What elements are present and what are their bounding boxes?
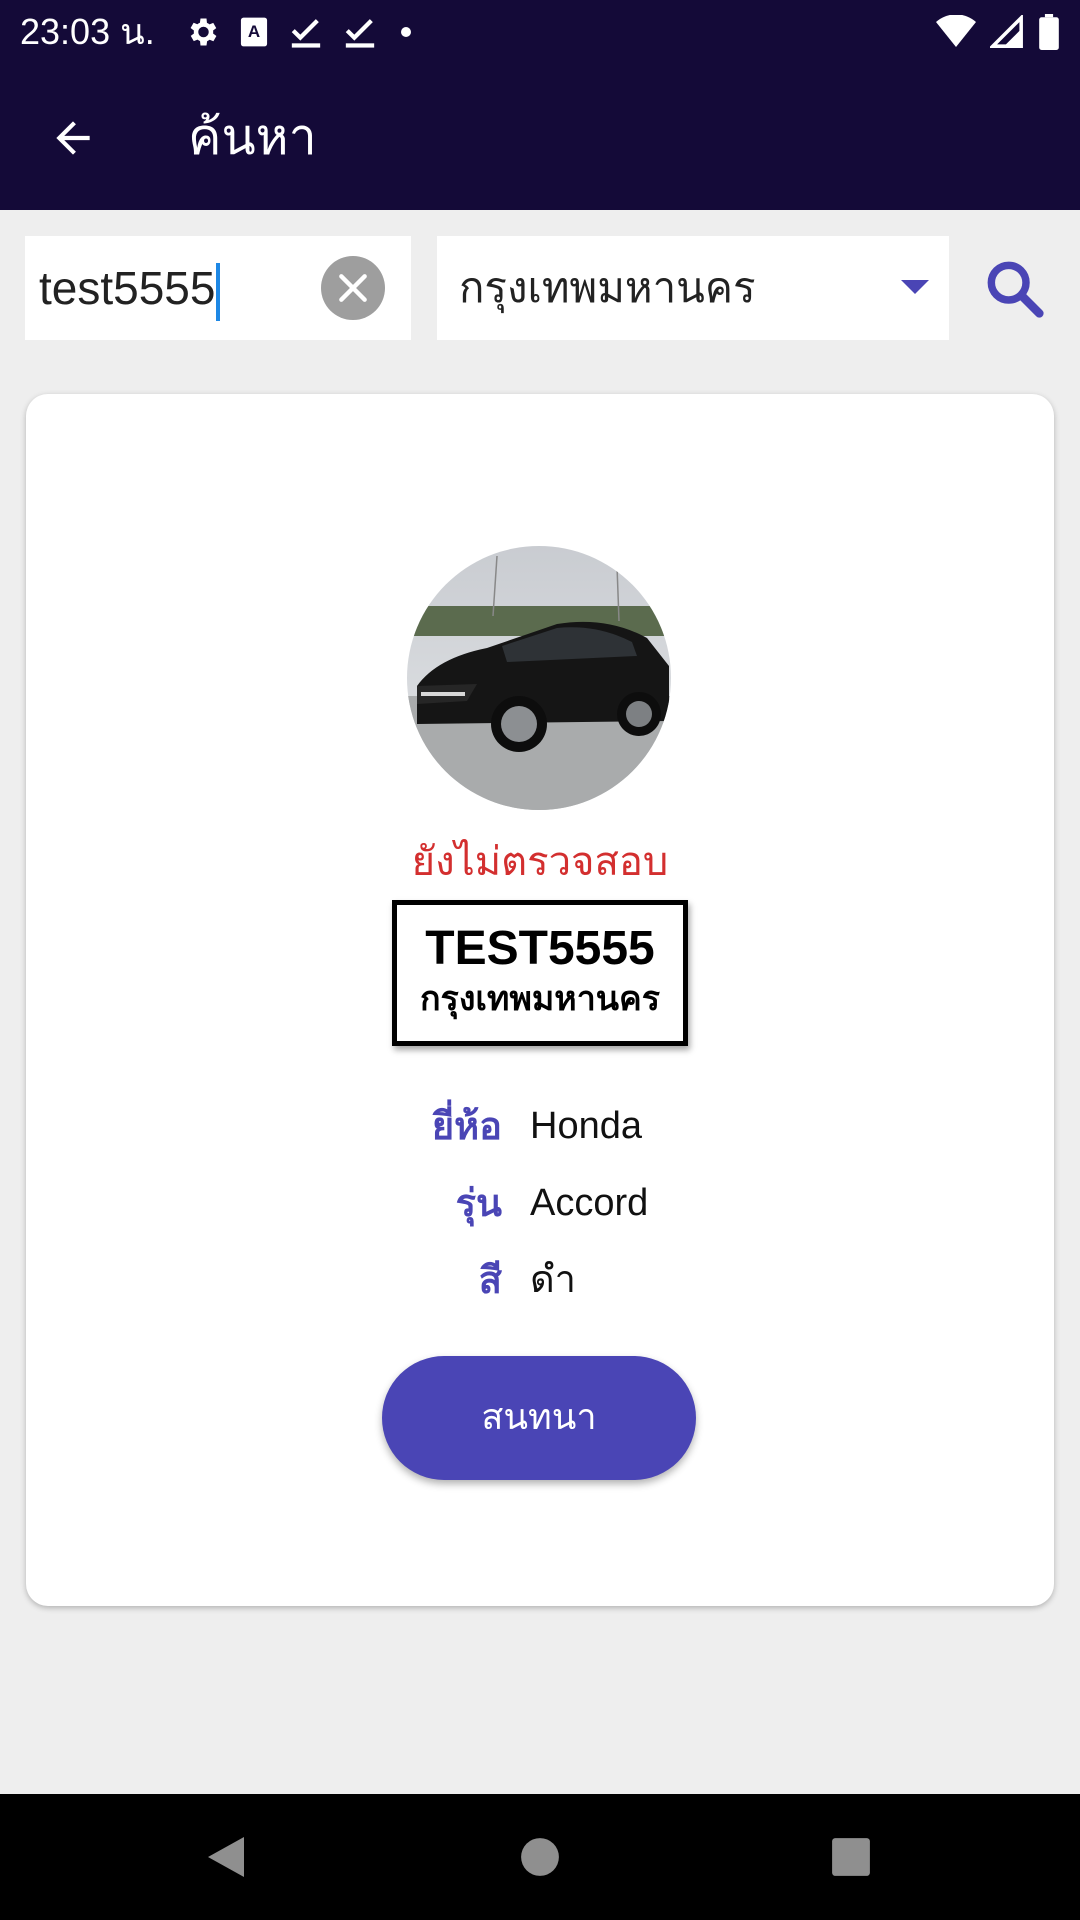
- verification-status: ยังไม่ตรวจสอบ: [411, 839, 669, 885]
- back-button[interactable]: [36, 101, 110, 175]
- arrow-back-icon: [56, 121, 90, 155]
- search-row: test5555 กรุงเทพมหานคร: [0, 236, 1080, 340]
- license-plate: TEST5555 กรุงเทพมหานคร: [392, 900, 688, 1046]
- result-card: ยังไม่ตรวจสอบ TEST5555 กรุงเทพมหานคร ยี่…: [26, 394, 1054, 1606]
- brand-row: ยี่ห้อ Honda: [26, 1096, 1054, 1156]
- plate-province: กรุงเทพมหานคร: [419, 979, 661, 1019]
- brand-label: ยี่ห้อ: [431, 1104, 502, 1148]
- brand-value: Honda: [530, 1105, 642, 1147]
- clear-input-button[interactable]: [321, 256, 385, 320]
- system-nav-bar: [0, 1794, 1080, 1920]
- keyboard-a-icon: A: [240, 17, 268, 47]
- status-time: 23:03 น.: [20, 11, 155, 52]
- nav-back-button[interactable]: [190, 1821, 262, 1893]
- province-dropdown[interactable]: กรุงเทพมหานคร: [437, 236, 949, 340]
- check-download-icon: [291, 19, 321, 48]
- status-icons-right: [936, 12, 1060, 52]
- battery-icon: [1039, 14, 1059, 50]
- status-icons-left: A: [184, 12, 416, 52]
- triangle-back-icon: [208, 1837, 244, 1877]
- settings-icon: [190, 18, 217, 46]
- close-icon: [339, 274, 367, 302]
- plate-number: TEST5555: [425, 922, 655, 975]
- app-bar: ค้นหา: [0, 63, 1080, 210]
- signal-icon: [990, 15, 1023, 48]
- status-bar: 23:03 น. A: [0, 0, 1080, 63]
- plate-search-input[interactable]: test5555: [25, 236, 411, 340]
- magnifier-icon: [987, 261, 1044, 318]
- plate-search-value[interactable]: test5555: [39, 258, 221, 321]
- search-button[interactable]: [976, 250, 1052, 326]
- dot-icon: [401, 27, 411, 37]
- text-caret: [216, 262, 221, 321]
- square-recents-icon: [832, 1838, 870, 1876]
- svg-text:A: A: [248, 22, 260, 41]
- nav-recents-button[interactable]: [815, 1821, 887, 1893]
- wifi-icon: [936, 15, 976, 47]
- circle-home-icon: [521, 1838, 559, 1876]
- model-row: รุ่น Accord: [26, 1173, 1054, 1233]
- color-value: ดำ: [530, 1259, 577, 1301]
- nav-home-button[interactable]: [504, 1821, 576, 1893]
- model-value: Accord: [530, 1182, 649, 1224]
- page-title: ค้นหา: [188, 108, 317, 166]
- check-download-icon: [345, 19, 375, 48]
- province-selected-value: กรุงเทพมหานคร: [459, 263, 756, 312]
- color-label: สี: [478, 1258, 502, 1302]
- plate-search-text: test5555: [39, 262, 216, 314]
- color-row: สี ดำ: [26, 1250, 1054, 1310]
- chat-button[interactable]: สนทนา: [382, 1356, 696, 1480]
- car-photo: [407, 546, 671, 810]
- car-image: [407, 546, 671, 810]
- chevron-down-icon: [901, 280, 929, 294]
- model-label: รุ่น: [455, 1181, 502, 1225]
